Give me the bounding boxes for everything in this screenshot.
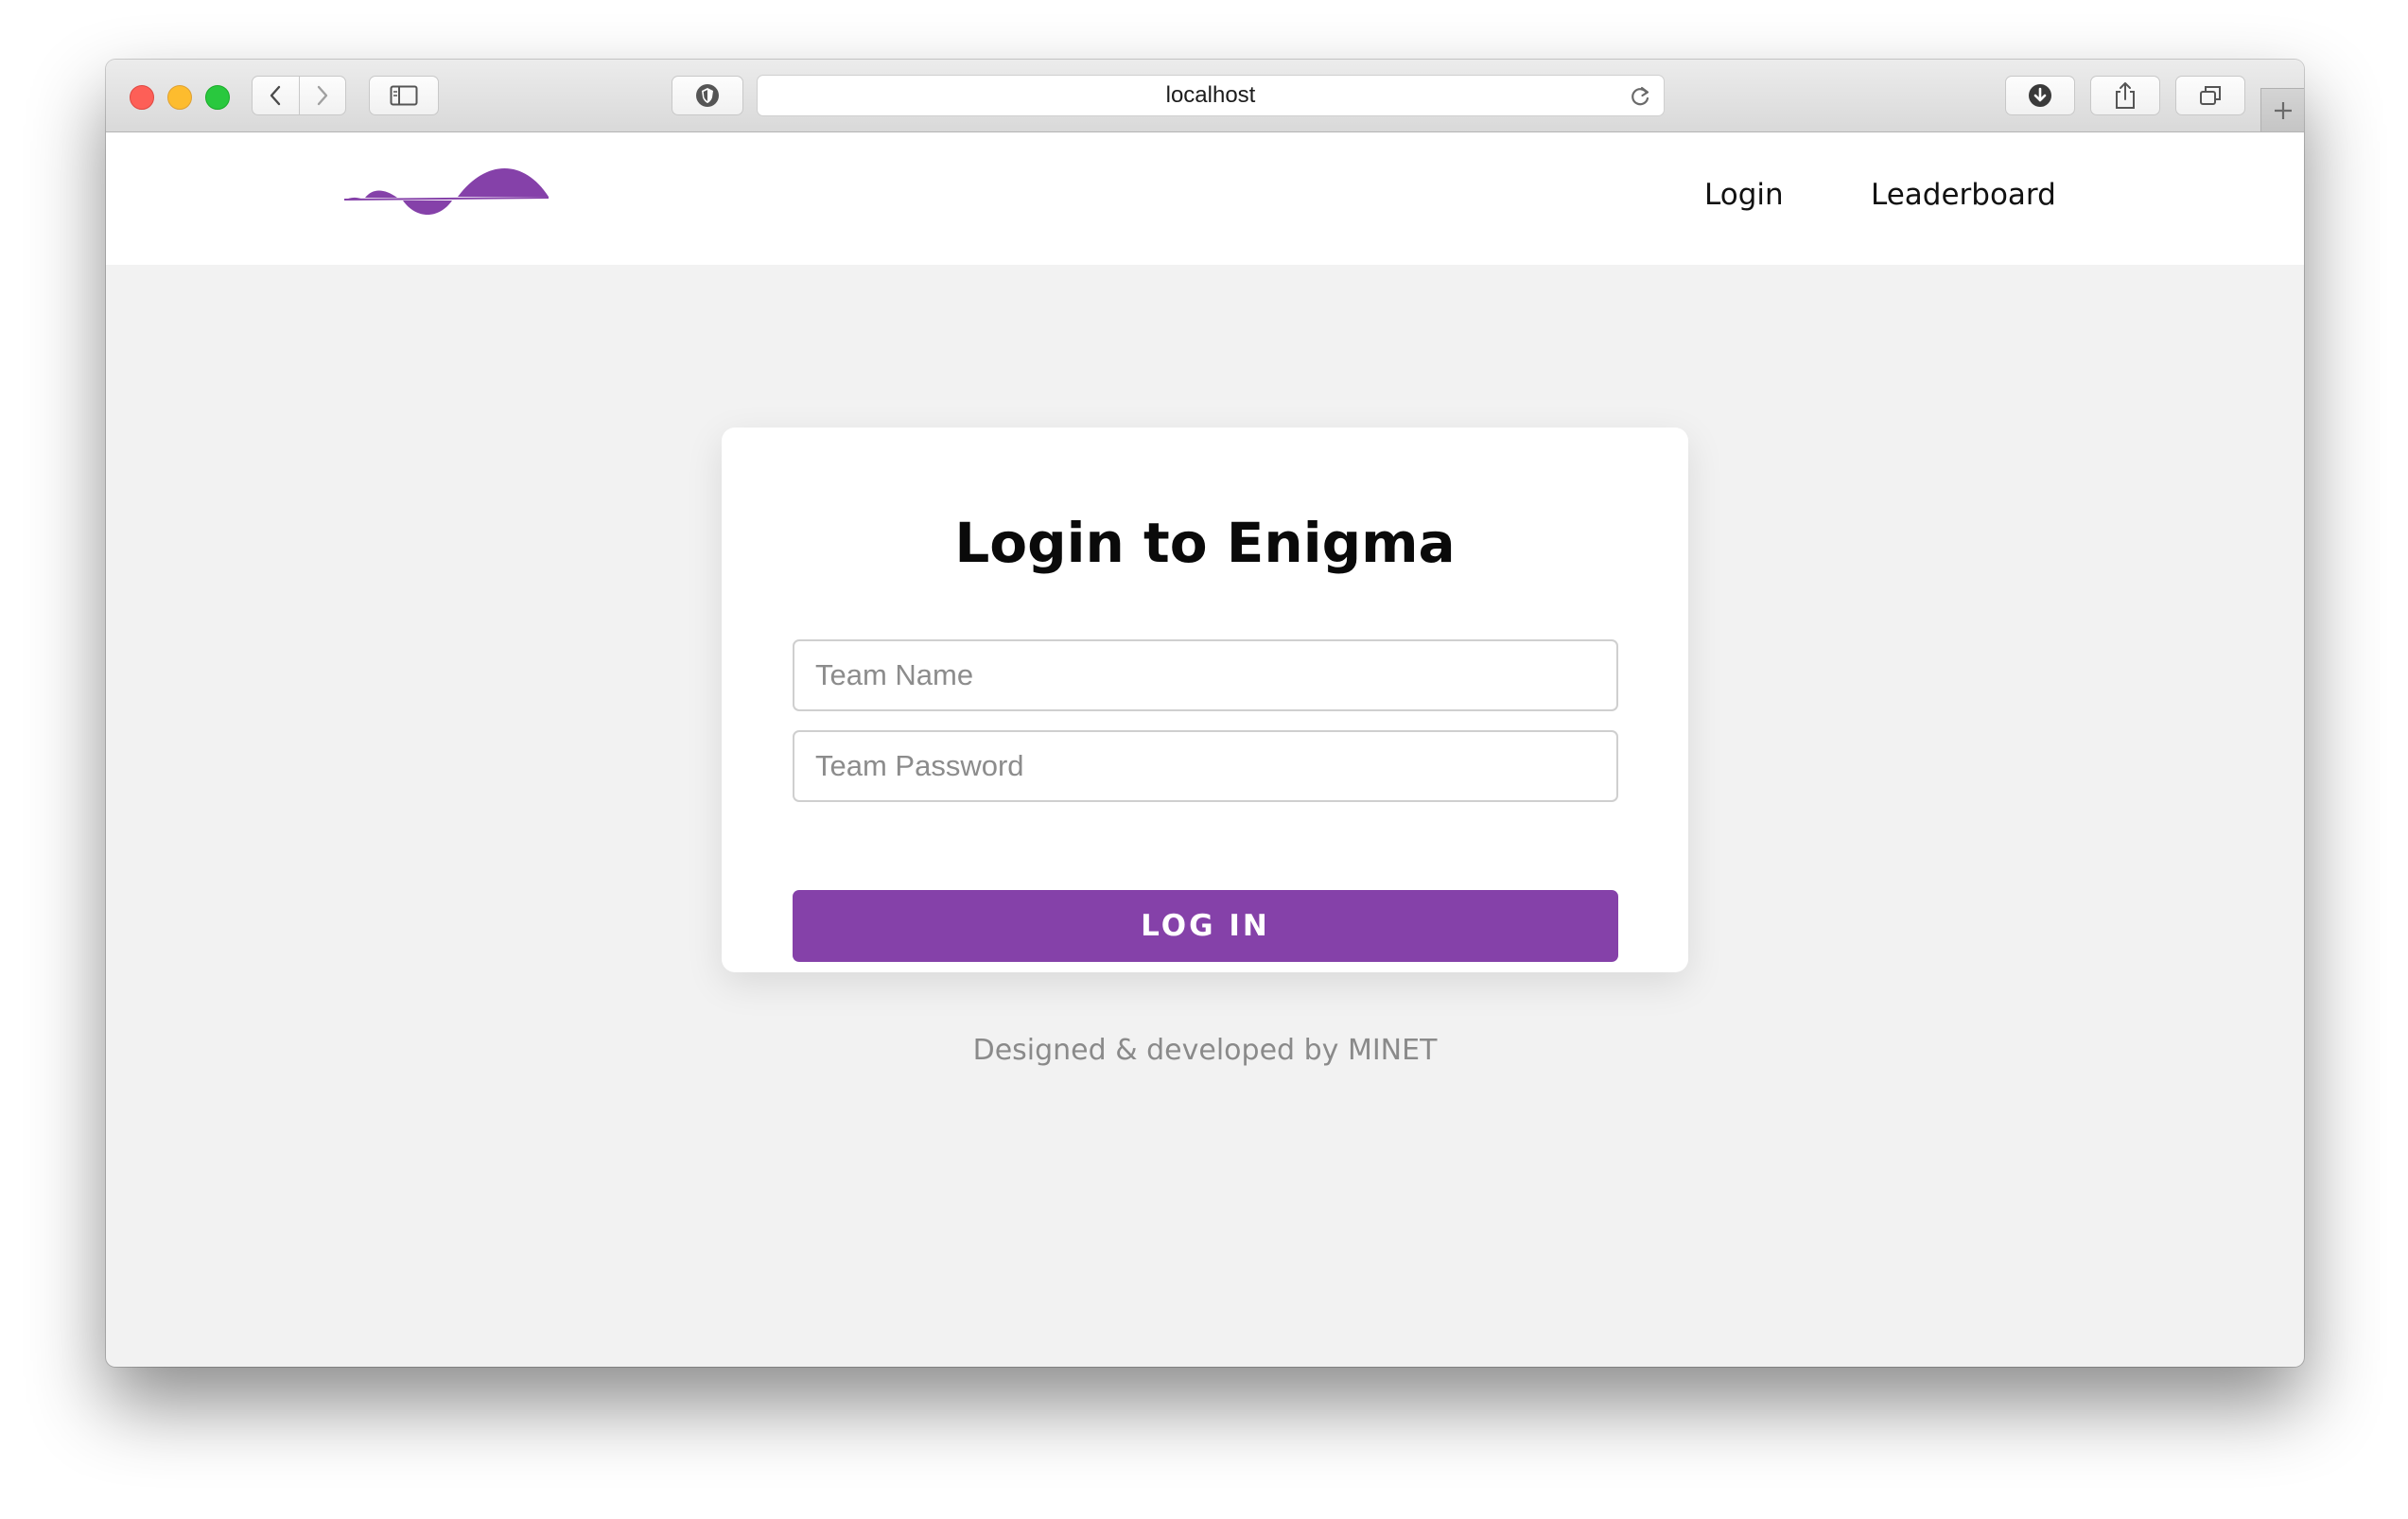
shield-icon [696,84,719,107]
site-header: Login Leaderboard [106,132,2304,265]
plus-icon [2274,101,2292,119]
login-card: Login to Enigma LOG IN [722,428,1688,972]
logo-icon [343,168,550,215]
zoom-window-button[interactable] [205,85,230,110]
team-name-input[interactable] [793,639,1618,711]
sidebar-icon [390,85,418,106]
wave-logo[interactable] [343,166,550,224]
sidebar-button[interactable] [369,76,439,115]
nav-login-link[interactable]: Login [1704,178,1784,212]
close-window-button[interactable] [130,85,154,110]
share-button[interactable] [2090,76,2160,115]
minimize-window-button[interactable] [167,85,192,110]
forward-button[interactable] [298,77,346,114]
chevron-right-icon [317,85,327,106]
reload-button[interactable] [1628,84,1652,113]
privacy-report-button[interactable] [672,76,743,115]
history-navigation [252,76,346,115]
footer-credit: Designed & developed by MINET [972,1034,1438,1067]
team-password-input[interactable] [793,730,1618,802]
tab-overview-button[interactable] [2175,76,2245,115]
address-bar[interactable]: localhost [757,75,1665,116]
share-icon [2116,82,2135,109]
reload-icon [1632,86,1649,106]
address-url: localhost [1165,82,1256,108]
nav-leaderboard-link[interactable]: Leaderboard [1871,178,2056,212]
new-tab-button[interactable] [2260,88,2304,131]
downloads-button[interactable] [2005,76,2075,115]
back-button[interactable] [253,77,299,114]
chevron-left-icon [270,85,281,106]
login-button[interactable]: LOG IN [793,890,1618,962]
download-icon [2029,84,2051,107]
tabs-overview-icon [2200,86,2221,105]
browser-toolbar: localhost [106,60,2304,132]
login-title: Login to Enigma [954,511,1456,575]
browser-window: localhost Login Leaderboard Login to Eni… [106,60,2304,1367]
